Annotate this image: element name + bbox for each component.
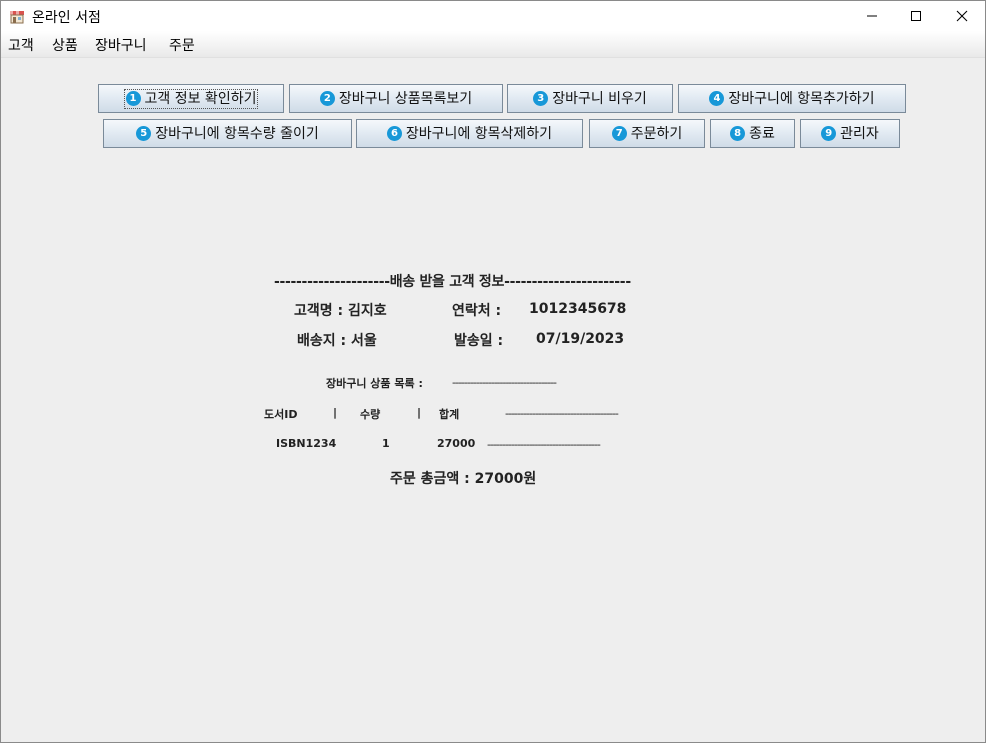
clear-cart-button[interactable]: 3 장바구니 비우기 xyxy=(507,84,673,113)
menu-bar: 고객 상품 장바구니 주문 xyxy=(1,31,985,58)
decrease-item-quantity-button[interactable]: 5 장바구니에 항목수량 줄이기 xyxy=(103,119,352,148)
window-title: 온라인 서점 xyxy=(32,10,101,26)
number-9-icon: 9 xyxy=(821,126,837,141)
ship-date-value: 07/19/2023 xyxy=(536,331,625,347)
receipt-header: ---------------------배송 받을 고객 정보--------… xyxy=(274,274,631,290)
button-content: 8 종료 xyxy=(730,125,775,143)
view-customer-info-button[interactable]: 1 고객 정보 확인하기 xyxy=(98,84,284,113)
number-6-icon: 6 xyxy=(386,126,402,141)
button-label: 고객 정보 확인하기 xyxy=(144,90,257,107)
close-icon xyxy=(956,10,968,22)
maximize-icon xyxy=(911,11,921,21)
minimize-icon xyxy=(867,15,877,17)
button-label: 주문하기 xyxy=(630,125,683,142)
number-1-icon: 1 xyxy=(125,91,141,106)
menu-order[interactable]: 주문 xyxy=(169,35,195,55)
row-book-id: ISBN1234 xyxy=(276,437,337,450)
admin-button[interactable]: 9 관리자 xyxy=(800,119,900,148)
button-content: 5 장바구니에 항목수량 줄이기 xyxy=(136,125,319,143)
customer-name: 고객명 : 김지호 xyxy=(294,303,387,319)
cart-items-label: 장바구니 상품 목록 : xyxy=(326,377,423,390)
place-order-button[interactable]: 7 주문하기 xyxy=(589,119,705,148)
number-3-icon: 3 xyxy=(533,91,549,106)
button-label: 장바구니에 항목수량 줄이기 xyxy=(155,125,319,142)
minimize-button[interactable] xyxy=(849,1,895,31)
number-7-icon: 7 xyxy=(611,126,627,141)
number-8-icon: 8 xyxy=(730,126,746,141)
button-content: 4 장바구니에 항목추가하기 xyxy=(709,90,875,108)
shipping-address: 배송지 : 서울 xyxy=(297,333,377,349)
column-book-id: 도서ID xyxy=(264,408,298,421)
bookstore-icon xyxy=(10,11,24,24)
column-separator: | xyxy=(333,406,338,419)
button-label: 장바구니에 항목삭제하기 xyxy=(405,125,553,142)
column-total: 합계 xyxy=(439,408,460,421)
view-cart-items-button[interactable]: 2 장바구니 상품목록보기 xyxy=(289,84,503,113)
app-window: 온라인 서점 고객 상품 장바구니 주문 1 고객 정보 확인하기 2 장바구니… xyxy=(0,0,986,743)
menu-cart[interactable]: 장바구니 xyxy=(95,35,147,55)
button-content: 6 장바구니에 항목삭제하기 xyxy=(386,125,553,143)
button-content: 1 고객 정보 확인하기 xyxy=(123,88,259,109)
button-label: 관리자 xyxy=(840,125,879,142)
number-5-icon: 5 xyxy=(136,126,152,141)
column-separator: | xyxy=(417,406,422,419)
exit-button[interactable]: 8 종료 xyxy=(710,119,795,148)
row-divider: -------------------------------------- xyxy=(487,438,601,451)
button-label: 장바구니 상품목록보기 xyxy=(338,90,473,107)
contact-value: 1012345678 xyxy=(529,301,627,317)
number-4-icon: 4 xyxy=(709,91,725,106)
menu-product[interactable]: 상품 xyxy=(52,35,78,55)
contact-label: 연락처 : xyxy=(452,303,502,319)
button-content: 9 관리자 xyxy=(821,125,879,143)
close-button[interactable] xyxy=(939,1,985,31)
button-label: 종료 xyxy=(749,125,775,142)
column-quantity: 수량 xyxy=(360,408,381,421)
remove-cart-item-button[interactable]: 6 장바구니에 항목삭제하기 xyxy=(356,119,583,148)
button-content: 7 주문하기 xyxy=(611,125,683,143)
button-label: 장바구니 비우기 xyxy=(552,90,647,107)
ship-date-label: 발송일 : xyxy=(454,333,504,349)
number-2-icon: 2 xyxy=(319,91,335,106)
row-quantity: 1 xyxy=(382,437,390,450)
menu-customer[interactable]: 고객 xyxy=(8,35,34,55)
title-bar: 온라인 서점 xyxy=(1,1,985,31)
row-total: 27000 xyxy=(437,437,476,450)
cart-items-divider: ----------------------------------- xyxy=(452,376,557,389)
order-total: 주문 총금액 : 27000원 xyxy=(390,471,537,487)
button-content: 3 장바구니 비우기 xyxy=(533,90,647,108)
column-header-divider: -------------------------------------- xyxy=(505,407,619,420)
add-cart-item-button[interactable]: 4 장바구니에 항목추가하기 xyxy=(678,84,906,113)
button-label: 장바구니에 항목추가하기 xyxy=(728,90,875,107)
maximize-button[interactable] xyxy=(893,1,939,31)
button-content: 2 장바구니 상품목록보기 xyxy=(319,90,473,108)
